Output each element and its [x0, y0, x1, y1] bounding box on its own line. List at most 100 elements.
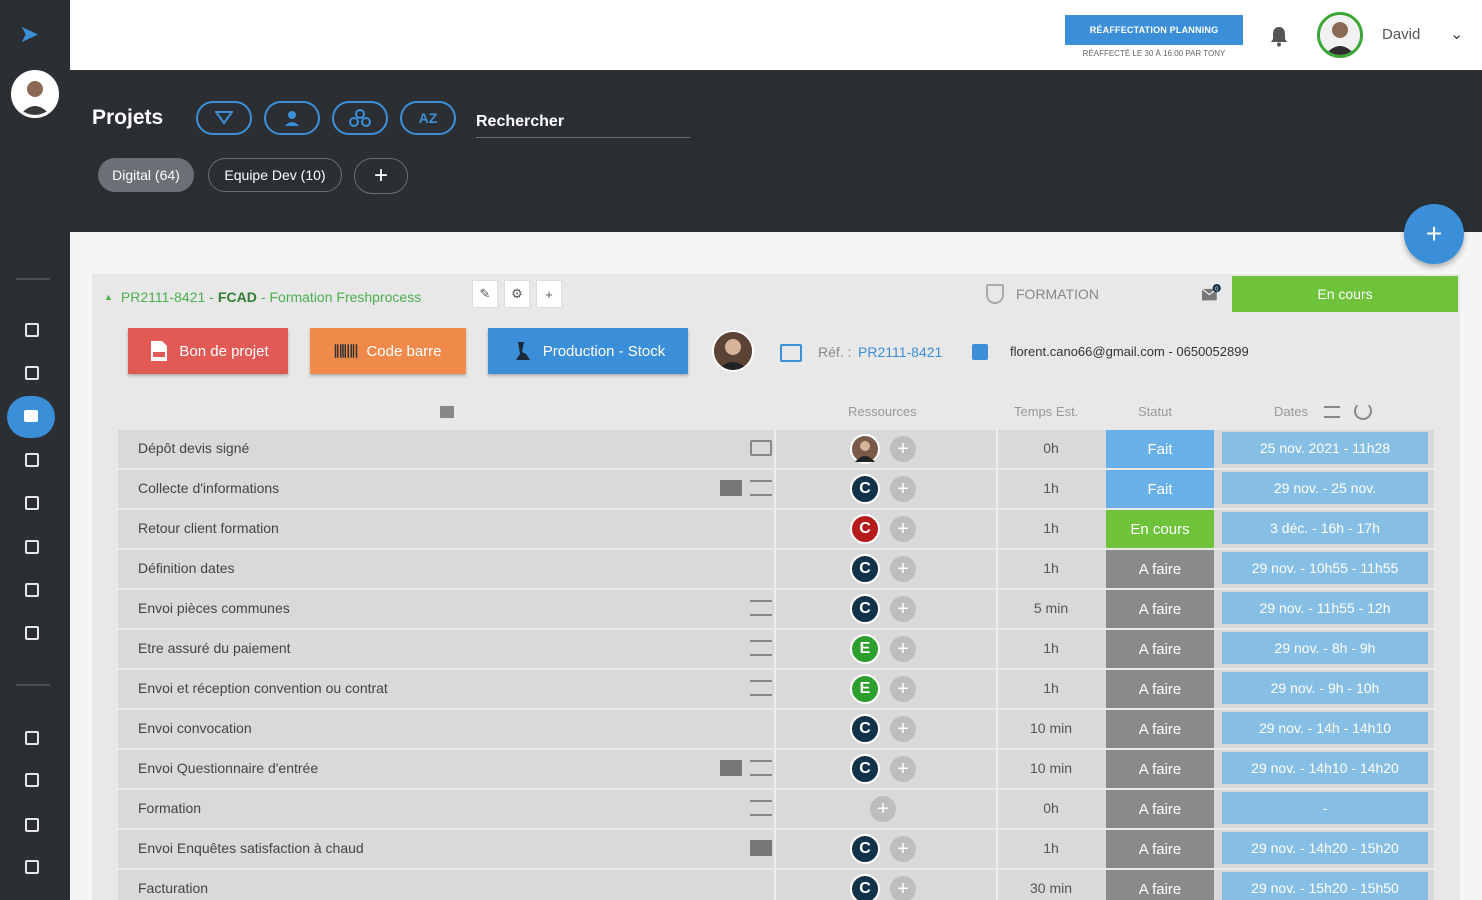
resource-avatar[interactable] — [850, 434, 880, 464]
print-icon[interactable] — [972, 344, 988, 360]
task-dates[interactable]: 29 nov. - 15h20 - 15h50 — [1222, 872, 1428, 900]
table-row[interactable]: Envoi convocation C +10 min A faire 29 nov. … — [118, 710, 1434, 748]
add-resource-button[interactable]: + — [890, 636, 916, 662]
task-dates[interactable]: - — [1222, 792, 1428, 824]
client-avatar[interactable] — [712, 330, 754, 372]
task-statut[interactable]: Fait — [1106, 470, 1214, 508]
table-row[interactable]: Facturation C +30 min A faire 29 nov. - 15h2… — [118, 870, 1434, 900]
task-name[interactable]: Formation — [138, 800, 201, 816]
task-statut[interactable]: A faire — [1106, 630, 1214, 668]
task-name[interactable]: Envoi Questionnaire d'entrée — [138, 760, 318, 776]
user-name[interactable]: David — [1382, 26, 1420, 43]
task-statut[interactable]: A faire — [1106, 550, 1214, 588]
add-project-fab[interactable]: + — [1404, 204, 1464, 264]
table-row[interactable]: Envoi Enquêtes satisfaction à chaud C +1h A… — [118, 830, 1434, 868]
task-statut[interactable]: A faire — [1106, 590, 1214, 628]
mail-icon[interactable] — [720, 760, 742, 776]
add-resource-button[interactable]: + — [890, 436, 916, 462]
list-icon[interactable] — [750, 680, 772, 696]
add-resource-button[interactable]: + — [890, 516, 916, 542]
task-dates[interactable]: 3 déc. - 16h - 17h — [1222, 512, 1428, 544]
task-name[interactable]: Envoi pièces communes — [138, 600, 290, 616]
chip-digital[interactable]: Digital (64) — [98, 158, 194, 192]
task-dates[interactable]: 29 nov. - 14h20 - 15h20 — [1222, 832, 1428, 864]
add-resource-button[interactable]: + — [890, 836, 916, 862]
task-statut[interactable]: A faire — [1106, 830, 1214, 868]
task-name[interactable]: Envoi et réception convention ou contrat — [138, 680, 388, 696]
settings-project-button[interactable]: ⚙ — [504, 280, 530, 308]
search-input[interactable] — [476, 106, 690, 138]
list-icon[interactable] — [750, 760, 772, 776]
chip-equipe-dev[interactable]: Equipe Dev (10) — [208, 158, 342, 192]
add-resource-button[interactable]: + — [890, 876, 916, 900]
sidebar-stats-icon[interactable] — [22, 623, 42, 643]
resource-avatar[interactable]: E — [850, 634, 880, 664]
add-task-button[interactable]: + — [536, 280, 562, 308]
list-icon[interactable] — [750, 600, 772, 616]
add-resource-button[interactable]: + — [890, 596, 916, 622]
production-stock-button[interactable]: Production - Stock — [488, 328, 688, 374]
resource-avatar[interactable]: E — [850, 674, 880, 704]
project-status[interactable]: En cours — [1232, 276, 1458, 312]
sidebar-tasks-icon[interactable] — [22, 450, 42, 470]
resource-avatar[interactable]: C — [850, 514, 880, 544]
task-statut[interactable]: A faire — [1106, 790, 1214, 828]
task-name[interactable]: Définition dates — [138, 560, 235, 576]
table-row[interactable]: Envoi et réception convention ou contrat… — [118, 670, 1434, 708]
task-dates[interactable]: 29 nov. - 10h55 - 11h55 — [1222, 552, 1428, 584]
comment-icon[interactable] — [750, 440, 772, 456]
sidebar-avatar[interactable] — [11, 70, 59, 118]
add-resource-button[interactable]: + — [890, 556, 916, 582]
task-dates[interactable]: 25 nov. 2021 - 11h28 — [1222, 432, 1428, 464]
list-icon[interactable] — [750, 800, 772, 816]
task-name[interactable]: Envoi Enquêtes satisfaction à chaud — [138, 840, 364, 856]
table-row[interactable]: Formation +0h A faire - — [118, 790, 1434, 828]
add-resource-button[interactable]: + — [890, 716, 916, 742]
app-logo-icon[interactable]: ➤ — [19, 20, 43, 48]
edit-project-button[interactable]: ✎ — [472, 280, 498, 308]
task-dates[interactable]: 29 nov. - 25 nov. — [1222, 472, 1428, 504]
table-row[interactable]: Etre assuré du paiement E +1h A faire 29 nov… — [118, 630, 1434, 668]
refresh-icon[interactable] — [1354, 402, 1372, 420]
task-name[interactable]: Dépôt devis signé — [138, 440, 249, 456]
sidebar-card-icon[interactable] — [22, 770, 42, 790]
task-statut[interactable]: A faire — [1106, 710, 1214, 748]
sidebar-calendar-icon[interactable] — [22, 493, 42, 513]
add-resource-button[interactable]: + — [870, 796, 896, 822]
sidebar-bot-icon[interactable] — [22, 728, 42, 748]
sidebar-dashboard-icon[interactable] — [22, 320, 42, 340]
task-statut[interactable]: A faire — [1106, 670, 1214, 708]
resource-avatar[interactable]: C — [850, 594, 880, 624]
list-icon[interactable] — [750, 480, 772, 496]
chevron-down-icon[interactable]: ⌄ — [1450, 24, 1463, 44]
sidebar-help-icon[interactable] — [22, 857, 42, 877]
user-filter-button[interactable] — [264, 101, 320, 135]
list-icon[interactable] — [750, 640, 772, 656]
task-statut[interactable]: A faire — [1106, 870, 1214, 900]
mail-icon[interactable] — [720, 480, 742, 496]
add-resource-button[interactable]: + — [890, 476, 916, 502]
resource-avatar[interactable]: C — [850, 754, 880, 784]
resource-avatar[interactable]: C — [850, 874, 880, 900]
dates-list-icon[interactable] — [1324, 406, 1340, 418]
add-resource-button[interactable]: + — [890, 756, 916, 782]
task-name[interactable]: Facturation — [138, 880, 208, 896]
task-name[interactable]: Etre assuré du paiement — [138, 640, 291, 656]
resource-avatar[interactable]: C — [850, 554, 880, 584]
mail-icon[interactable] — [750, 840, 772, 856]
reference-value[interactable]: PR2111-8421 — [858, 344, 942, 360]
sidebar-projects-icon[interactable] — [7, 396, 55, 438]
column-filter-icon[interactable] — [440, 406, 454, 418]
task-statut[interactable]: Fait — [1106, 430, 1214, 468]
reaffectation-planning-button[interactable]: RÉAFFECTATION PLANNING — [1065, 15, 1243, 45]
user-avatar[interactable] — [1317, 12, 1363, 58]
caret-icon[interactable]: ▲ — [104, 292, 113, 302]
code-barre-button[interactable]: Code barre — [310, 328, 466, 374]
task-name[interactable]: Retour client formation — [138, 520, 279, 536]
task-statut[interactable]: En cours — [1106, 510, 1214, 548]
mail-badge-icon[interactable]: 0 — [1200, 284, 1222, 302]
add-resource-button[interactable]: + — [890, 676, 916, 702]
sidebar-shield-icon[interactable] — [22, 580, 42, 600]
task-dates[interactable]: 29 nov. - 14h - 14h10 — [1222, 712, 1428, 744]
resource-avatar[interactable]: C — [850, 714, 880, 744]
